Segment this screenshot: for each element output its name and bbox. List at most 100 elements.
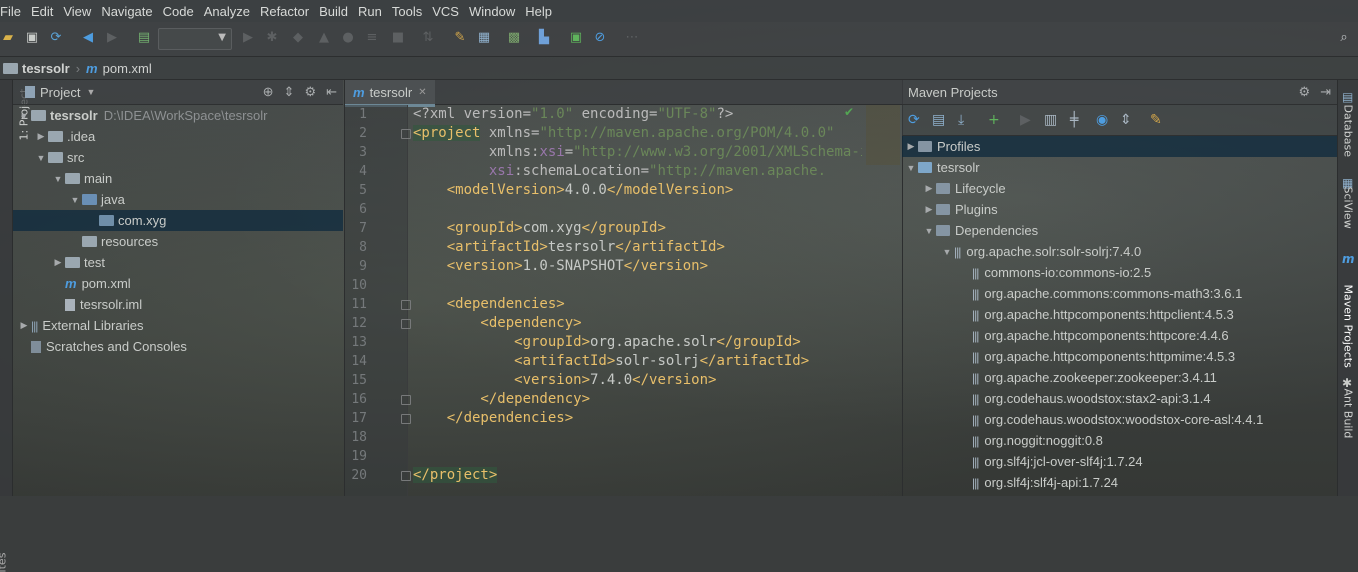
- run-icon[interactable]: ▶: [240, 30, 256, 46]
- project-tree-item[interactable]: ▶ .idea: [13, 126, 343, 147]
- chevron-right-icon[interactable]: ▶: [922, 183, 936, 194]
- run-icon[interactable]: ▶: [1020, 112, 1031, 128]
- maven-tree-item[interactable]: ▼ tesrsolr: [902, 157, 1337, 178]
- maven-tree-item[interactable]: ||| org.slf4j:jcl-over-slf4j:1.7.24: [902, 451, 1337, 472]
- attach-icon[interactable]: ●: [340, 30, 356, 46]
- project-tree-item[interactable]: ▼ java: [13, 189, 343, 210]
- dots-icon[interactable]: ⋯: [624, 30, 640, 46]
- chevron-down-icon[interactable]: ▼: [17, 111, 31, 121]
- menu-view[interactable]: View: [58, 4, 96, 19]
- collapse-icon[interactable]: ⇕: [284, 84, 295, 100]
- chevron-right-icon[interactable]: ▶: [904, 141, 918, 152]
- menu-window[interactable]: Window: [464, 4, 520, 19]
- maven-tree-item[interactable]: ▼ Dependencies: [902, 220, 1337, 241]
- chevron-down-icon[interactable]: ▼: [86, 87, 95, 97]
- fold-marker-icon[interactable]: [401, 471, 411, 481]
- menu-vcs[interactable]: VCS: [427, 4, 464, 19]
- tab-pom-xml[interactable]: m tesrsolr ✕: [345, 80, 435, 107]
- debug-icon[interactable]: ✱: [264, 30, 280, 46]
- gear-icon[interactable]: ⚙: [304, 84, 316, 100]
- project-tree-item[interactable]: com.xyg: [13, 210, 343, 231]
- maven-tree-item[interactable]: ▶ Plugins: [902, 199, 1337, 220]
- chevron-down-icon[interactable]: ▼: [34, 153, 48, 163]
- maven-tree-item[interactable]: ||| org.noggit:noggit:0.8: [902, 430, 1337, 451]
- collapse-all-icon[interactable]: ⇕: [1120, 112, 1132, 128]
- chevron-down-icon[interactable]: ▼: [922, 226, 936, 236]
- save-icon[interactable]: ▣: [24, 30, 40, 46]
- project-tree-item[interactable]: Scratches and Consoles: [13, 336, 343, 357]
- fold-marker-icon[interactable]: [401, 414, 411, 424]
- maven-tree-item[interactable]: ||| commons-io:commons-io:2.5: [902, 262, 1337, 283]
- maven-tree-item[interactable]: ||| org.apache.zookeeper:zookeeper:3.4.11: [902, 367, 1337, 388]
- maven-tree-item[interactable]: ||| org.apache.httpcomponents:httpclient:…: [902, 304, 1337, 325]
- profile-icon[interactable]: ▲: [316, 30, 332, 46]
- project-tree-item[interactable]: ▶ test: [13, 252, 343, 273]
- translate-icon[interactable]: ▙: [536, 30, 552, 46]
- maven-tree-item[interactable]: ▶ Profiles: [902, 136, 1337, 157]
- hide-icon[interactable]: ⇥: [1320, 84, 1331, 100]
- chevron-down-icon[interactable]: ▼: [940, 247, 954, 257]
- project-tree-item[interactable]: ▶ ||| External Libraries: [13, 315, 343, 336]
- inspection-ok-icon[interactable]: ✔: [844, 105, 854, 119]
- maven-settings-icon[interactable]: ✎: [1150, 112, 1162, 128]
- project-tree-item[interactable]: tesrsolr.iml: [13, 294, 343, 315]
- fold-marker-icon[interactable]: [401, 300, 411, 310]
- generate-sources-icon[interactable]: ▤: [932, 112, 945, 128]
- toggle-offline-icon[interactable]: ╪: [1070, 112, 1078, 128]
- project-tree-item[interactable]: ▼ src: [13, 147, 343, 168]
- terminal-icon[interactable]: ▣: [568, 30, 584, 46]
- chevron-right-icon[interactable]: ▶: [922, 204, 936, 215]
- project-view-selector[interactable]: Project: [40, 85, 80, 100]
- search-icon[interactable]: ⌕: [1336, 30, 1352, 46]
- coverage-icon[interactable]: ◆: [290, 30, 306, 46]
- menu-refactor[interactable]: Refactor: [255, 4, 314, 19]
- stop-square-icon[interactable]: ■: [390, 30, 406, 46]
- menu-file[interactable]: File: [0, 4, 26, 19]
- gear-icon[interactable]: ⚙: [1298, 84, 1310, 100]
- chevron-right-icon[interactable]: ▶: [17, 320, 31, 331]
- reimport-icon[interactable]: ⟳: [908, 112, 920, 128]
- menu-analyze[interactable]: Analyze: [199, 4, 255, 19]
- menu-navigate[interactable]: Navigate: [96, 4, 157, 19]
- add-icon[interactable]: +: [988, 112, 1000, 128]
- breadcrumb-project[interactable]: tesrsolr: [0, 61, 70, 76]
- menu-edit[interactable]: Edit: [26, 4, 58, 19]
- chevron-right-icon[interactable]: ▶: [34, 131, 48, 142]
- maven-tree-item[interactable]: ▶ Lifecycle: [902, 178, 1337, 199]
- ant-build-tool-tab[interactable]: Ant Build: [1342, 389, 1355, 449]
- chevron-down-icon[interactable]: ▼: [68, 195, 82, 205]
- run-config-combo[interactable]: ▼: [158, 28, 232, 50]
- project-tree-item[interactable]: resources: [13, 231, 343, 252]
- skip-tests-icon[interactable]: ◉: [1096, 112, 1108, 128]
- sync-icon[interactable]: ⟳: [48, 30, 64, 46]
- close-icon[interactable]: ✕: [418, 87, 426, 98]
- sdk-icon[interactable]: ▩: [506, 30, 522, 46]
- fold-marker-icon[interactable]: [401, 129, 411, 139]
- sciview-tool-tab[interactable]: SciView: [1342, 187, 1355, 247]
- chevron-right-icon[interactable]: ▶: [51, 257, 65, 268]
- breadcrumb-file[interactable]: m pom.xml: [86, 61, 152, 76]
- locate-icon[interactable]: ⊕: [263, 84, 274, 100]
- maven-projects-tool-tab[interactable]: Maven Projects: [1342, 285, 1355, 368]
- no-icon[interactable]: ⊘: [592, 30, 608, 46]
- menu-build[interactable]: Build: [314, 4, 353, 19]
- settings-icon[interactable]: ✎: [452, 30, 468, 46]
- build-icon[interactable]: ▤: [136, 30, 152, 46]
- maven-tree-item[interactable]: ▼ ||| org.apache.solr:solr-solrj:7.4.0: [902, 241, 1337, 262]
- code-minimap[interactable]: [866, 105, 900, 165]
- project-tree-item[interactable]: m pom.xml: [13, 273, 343, 294]
- fold-marker-icon[interactable]: [401, 319, 411, 329]
- maven-tree-item[interactable]: ||| org.codehaus.woodstox:stax2-api:3.1.4: [902, 388, 1337, 409]
- menu-run[interactable]: Run: [353, 4, 387, 19]
- vcs-icon[interactable]: ⇅: [420, 30, 436, 46]
- favorites-tool-tab[interactable]: ites: [0, 553, 8, 572]
- stop-icon[interactable]: ≡: [364, 30, 380, 46]
- download-icon[interactable]: ⤓: [958, 112, 964, 128]
- project-tree-item[interactable]: ▼ main: [13, 168, 343, 189]
- execute-goal-icon[interactable]: ▥: [1044, 112, 1057, 128]
- chevron-down-icon[interactable]: ▼: [51, 174, 65, 184]
- menu-tools[interactable]: Tools: [387, 4, 427, 19]
- hide-icon[interactable]: ⇤: [326, 84, 337, 100]
- menu-help[interactable]: Help: [520, 4, 557, 19]
- forward-icon[interactable]: ▶: [104, 30, 120, 46]
